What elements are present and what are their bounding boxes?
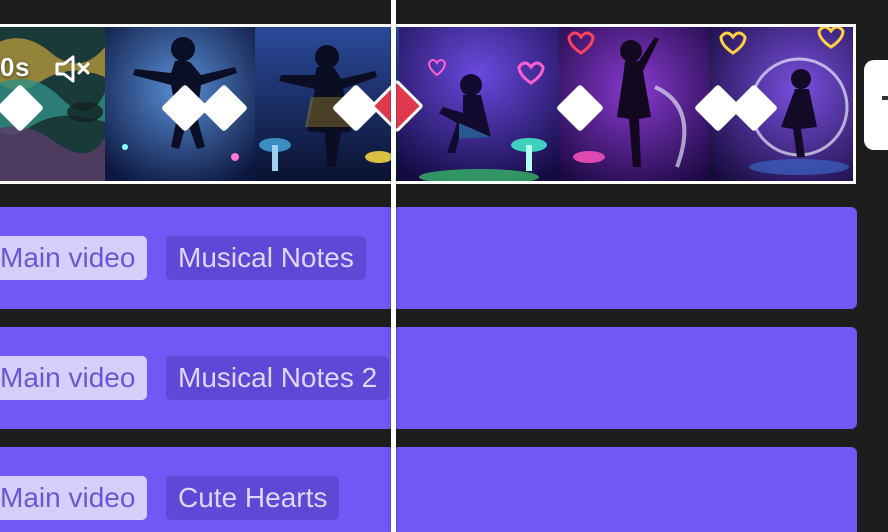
effect-track[interactable]: Main video Cute Hearts [0,447,857,532]
timeline-editor: 0s Main video Musical Notes Main video M… [0,0,888,532]
source-chip[interactable]: Main video [0,356,148,400]
effect-chip[interactable]: Musical Notes 2 [166,356,390,400]
effect-track[interactable]: Main video Musical Notes 2 [0,327,857,429]
plus-icon [882,96,888,100]
effect-track[interactable]: Main video Musical Notes [0,207,857,309]
add-clip-button[interactable] [864,60,888,150]
source-chip[interactable]: Main video [0,236,148,280]
video-thumbnail [399,27,559,181]
effect-chip[interactable]: Cute Hearts [166,476,340,520]
playhead[interactable] [391,0,396,532]
effect-chip[interactable]: Musical Notes [166,236,366,280]
speaker-muted-icon[interactable] [54,53,92,85]
source-chip[interactable]: Main video [0,476,148,520]
clip-duration-label: 0s [0,52,30,82]
